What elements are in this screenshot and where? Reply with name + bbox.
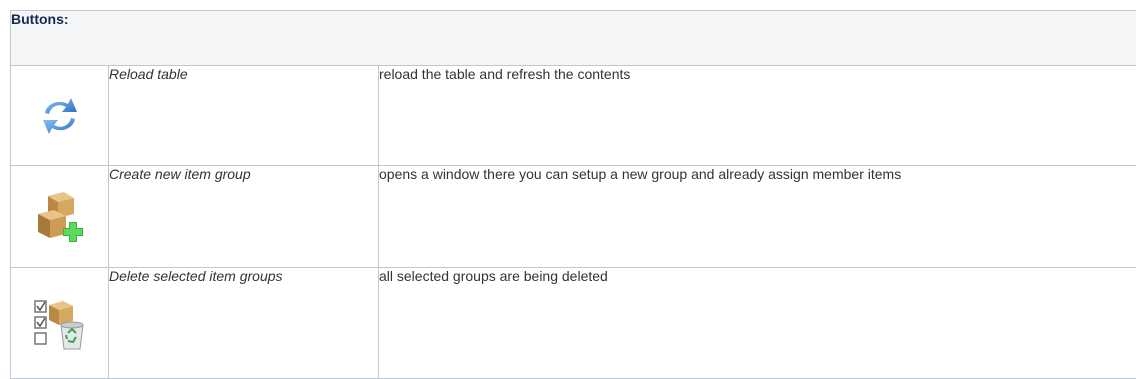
icon-cell [10,65,109,166]
button-name: Reload table [108,65,379,166]
button-name: Delete selected item groups [108,267,379,379]
reload-icon [11,66,109,165]
table-row: Reload table reload the table and refres… [10,65,1136,166]
icon-cell [10,165,109,268]
button-name: Create new item group [108,165,379,268]
table-header-row: Buttons: [10,10,1136,66]
icon-cell [10,267,109,379]
button-description: reload the table and refresh the content… [378,65,1136,166]
table-row: Delete selected item groups all selected… [10,267,1136,379]
button-description: all selected groups are being deleted [378,267,1136,379]
table-header: Buttons: [10,10,1136,66]
button-description: opens a window there you can setup a new… [378,165,1136,268]
buttons-table: Buttons: Reload table reload the table a… [10,10,1136,379]
table-row: Create new item group opens a window the… [10,165,1136,268]
delete-item-groups-icon [11,268,109,378]
create-item-group-icon [11,166,109,267]
